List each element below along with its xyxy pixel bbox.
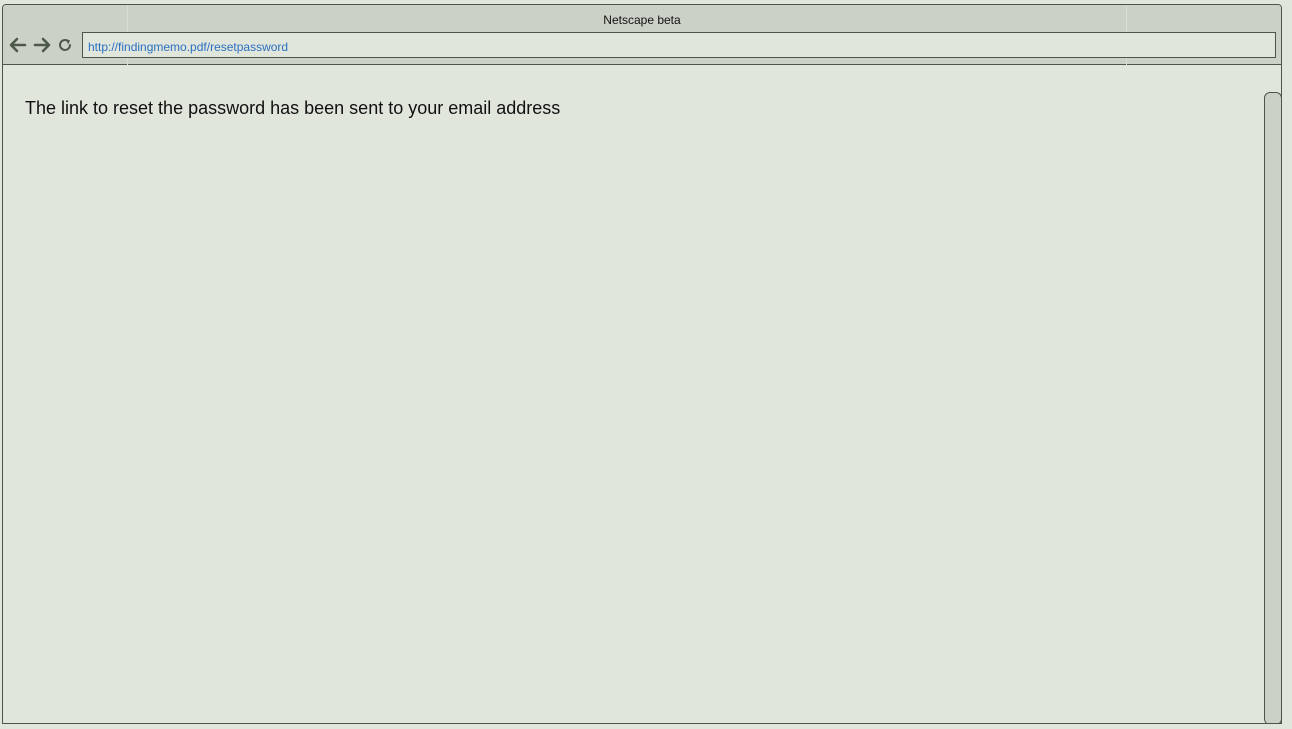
window-title: Netscape beta: [603, 13, 681, 27]
browser-window: Netscape beta http://findingmemo.pdf/res…: [2, 4, 1282, 724]
reload-button[interactable]: [57, 36, 73, 54]
vertical-scrollbar[interactable]: [1264, 92, 1281, 723]
reload-icon: [57, 36, 73, 54]
page-content: The link to reset the password has been …: [3, 66, 1263, 723]
address-url[interactable]: http://findingmemo.pdf/resetpassword: [88, 40, 288, 54]
arrow-left-icon: [9, 36, 27, 54]
arrow-right-icon: [33, 36, 51, 54]
address-bar[interactable]: http://findingmemo.pdf/resetpassword: [82, 32, 1276, 58]
back-button[interactable]: [9, 36, 27, 54]
confirmation-message: The link to reset the password has been …: [25, 98, 561, 118]
forward-button[interactable]: [33, 36, 51, 54]
browser-chrome: Netscape beta http://findingmemo.pdf/res…: [3, 5, 1281, 65]
